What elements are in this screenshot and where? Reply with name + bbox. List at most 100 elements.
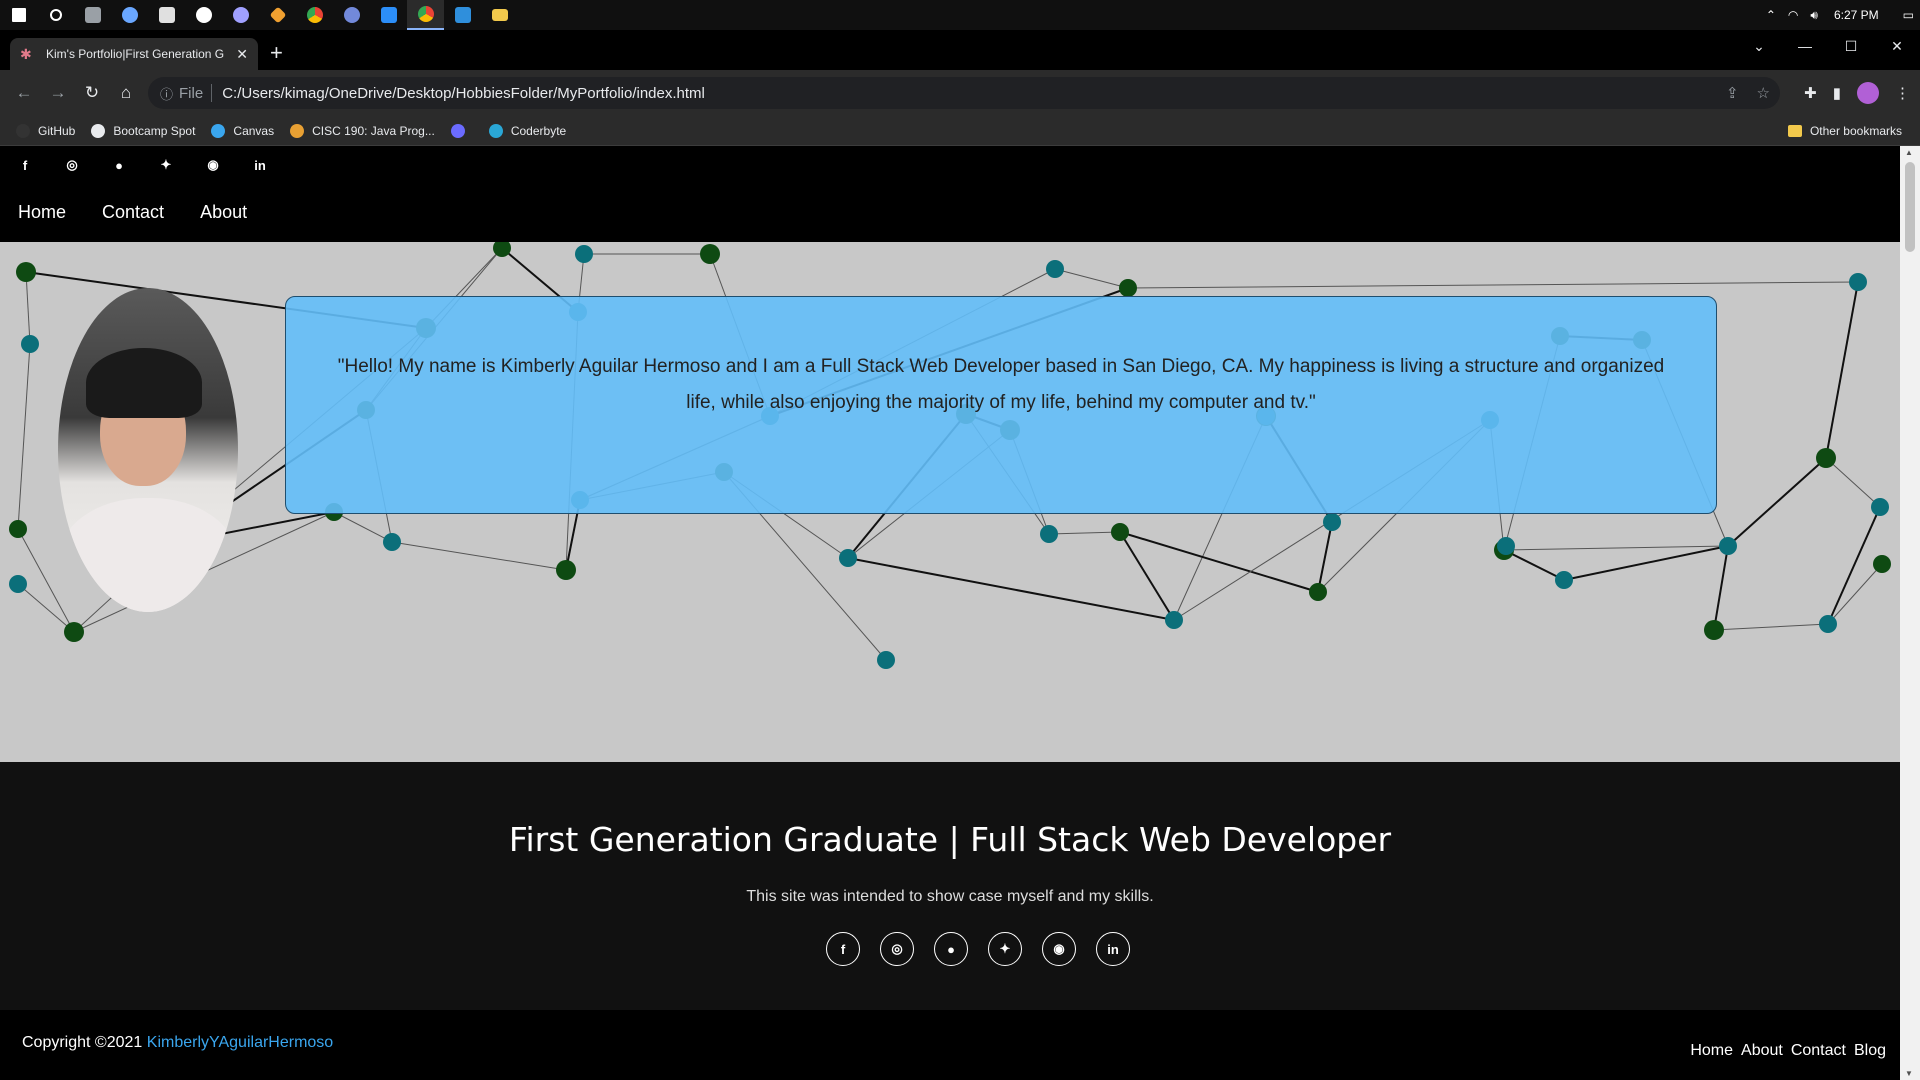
- footer-nav-contact[interactable]: Contact: [1791, 1042, 1846, 1060]
- network-edge: [1827, 506, 1881, 625]
- new-tab-button[interactable]: +: [270, 42, 283, 64]
- nav-contact[interactable]: Contact: [102, 202, 164, 223]
- browser-tabstrip: ✱ Kim's Portfolio|First Generation G ✕ +…: [0, 30, 1920, 70]
- search-icon[interactable]: [37, 0, 74, 30]
- bookmark-icon: [290, 123, 305, 138]
- browser-toolbar: ← → ↻ ⌂ ⓘ File C:/Users/kimag/OneDrive/D…: [0, 70, 1920, 116]
- network-node: [9, 520, 27, 538]
- network-node: [21, 335, 39, 353]
- chrome-active-icon[interactable]: [407, 0, 444, 30]
- address-text[interactable]: C:/Users/kimag/OneDrive/Desktop/HobbiesF…: [222, 85, 705, 102]
- other-bookmarks[interactable]: Other bookmarks: [1787, 116, 1902, 146]
- bio-panel: "Hello! My name is Kimberly Aguilar Herm…: [285, 296, 1717, 514]
- github-icon[interactable]: ◉: [1042, 932, 1076, 966]
- app-white-icon[interactable]: [185, 0, 222, 30]
- bookmark-icon: [91, 123, 106, 138]
- obs-icon[interactable]: [222, 0, 259, 30]
- network-node: [839, 549, 857, 567]
- profile-avatar[interactable]: [1857, 82, 1879, 104]
- page-viewport: f ◎ ● ✦ ◉ in Home Contact About "Hello! …: [0, 146, 1900, 1080]
- minimize-icon[interactable]: —: [1782, 38, 1828, 54]
- side-panel-icon[interactable]: ▮: [1833, 84, 1841, 102]
- discord-icon[interactable]: [333, 0, 370, 30]
- network-node: [556, 560, 576, 580]
- user-circle-icon[interactable]: ●: [934, 932, 968, 966]
- scroll-down-icon[interactable]: ▼: [1905, 1069, 1913, 1078]
- linkedin-icon[interactable]: in: [251, 156, 269, 174]
- back-icon[interactable]: ←: [8, 77, 40, 109]
- footer-nav-blog[interactable]: Blog: [1854, 1042, 1886, 1060]
- bookmark-item[interactable]: CISC 190: Java Prog...: [290, 123, 435, 138]
- git-icon[interactable]: [259, 0, 296, 30]
- network-node: [1119, 279, 1137, 297]
- hero-section: "Hello! My name is Kimberly Aguilar Herm…: [0, 242, 1900, 762]
- home-icon[interactable]: ⌂: [110, 77, 142, 109]
- mail-icon[interactable]: [370, 0, 407, 30]
- twitter-icon[interactable]: ✦: [157, 156, 175, 174]
- volume-icon[interactable]: 🔊︎: [1810, 8, 1818, 23]
- network-edge: [1713, 545, 1729, 631]
- facebook-icon[interactable]: f: [16, 156, 34, 174]
- app-circle-icon[interactable]: [111, 0, 148, 30]
- network-edge: [17, 343, 31, 530]
- clock[interactable]: 6:27 PM: [1834, 8, 1879, 22]
- omnibox-actions: ⇪ ☆: [1708, 77, 1770, 109]
- facebook-icon[interactable]: f: [826, 932, 860, 966]
- bookmark-item[interactable]: Coderbyte: [488, 123, 567, 138]
- tab-search-icon[interactable]: ⌄: [1736, 38, 1782, 55]
- bookmark-item[interactable]: [450, 123, 473, 138]
- nav-about[interactable]: About: [200, 202, 247, 223]
- window-controls: ⌄ — ☐ ✕: [1736, 30, 1920, 62]
- footer-nav-home[interactable]: Home: [1690, 1042, 1733, 1060]
- address-bar[interactable]: ⓘ File C:/Users/kimag/OneDrive/Desktop/H…: [148, 77, 1780, 109]
- vscode-icon[interactable]: [444, 0, 481, 30]
- tab-close-icon[interactable]: ✕: [236, 46, 248, 63]
- instagram-icon[interactable]: ◎: [880, 932, 914, 966]
- network-node: [383, 533, 401, 551]
- footer-nav-about[interactable]: About: [1741, 1042, 1783, 1060]
- bookmark-star-icon[interactable]: ☆: [1757, 84, 1770, 102]
- folder-icon: [1787, 125, 1802, 137]
- bio-text: "Hello! My name is Kimberly Aguilar Herm…: [337, 356, 1665, 413]
- share-icon[interactable]: ⇪: [1726, 84, 1739, 102]
- menu-icon[interactable]: ⋮: [1895, 84, 1910, 102]
- linkedin-icon[interactable]: in: [1096, 932, 1130, 966]
- user-circle-icon[interactable]: ●: [110, 156, 128, 174]
- chevron-up-icon[interactable]: ⌃: [1766, 8, 1776, 22]
- folder-icon[interactable]: [481, 0, 518, 30]
- cloud-app-icon[interactable]: [148, 0, 185, 30]
- reload-icon[interactable]: ↻: [76, 77, 108, 109]
- header-social-links: f ◎ ● ✦ ◉ in: [16, 156, 298, 174]
- file-manager-icon[interactable]: [74, 0, 111, 30]
- notifications-icon[interactable]: ▭: [1903, 8, 1914, 22]
- scrollbar-thumb[interactable]: [1905, 162, 1915, 252]
- wifi-icon[interactable]: ◠: [1788, 8, 1798, 22]
- bookmark-item[interactable]: GitHub: [16, 123, 75, 138]
- github-icon[interactable]: ◉: [204, 156, 222, 174]
- bookmark-item[interactable]: Canvas: [211, 123, 274, 138]
- network-node: [9, 575, 27, 593]
- network-node: [1111, 523, 1129, 541]
- chrome-icon[interactable]: [296, 0, 333, 30]
- forward-icon[interactable]: →: [42, 77, 74, 109]
- scroll-up-icon[interactable]: ▲: [1905, 148, 1913, 157]
- nav-home[interactable]: Home: [18, 202, 66, 223]
- maximize-icon[interactable]: ☐: [1828, 38, 1874, 55]
- twitter-icon[interactable]: ✦: [988, 932, 1022, 966]
- site-info-icon[interactable]: ⓘ: [160, 84, 173, 103]
- bookmark-item[interactable]: Bootcamp Spot: [91, 123, 195, 138]
- bookmark-label: Coderbyte: [510, 123, 567, 138]
- copyright-text: Copyright ©2021: [22, 1034, 143, 1051]
- extensions-icon[interactable]: ✚: [1804, 84, 1817, 102]
- network-edge: [1054, 268, 1129, 289]
- network-edge: [1563, 545, 1729, 581]
- page-scrollbar[interactable]: ▲ ▼: [1900, 146, 1920, 1080]
- footer-nav: Home About Contact Blog: [1682, 1042, 1886, 1060]
- bookmark-icon: [450, 123, 465, 138]
- instagram-icon[interactable]: ◎: [63, 156, 81, 174]
- windows-start-icon[interactable]: [0, 0, 37, 30]
- browser-tab[interactable]: ✱ Kim's Portfolio|First Generation G ✕: [10, 38, 258, 70]
- network-node: [1040, 525, 1058, 543]
- copyright-link[interactable]: KimberlyYAguilarHermoso: [147, 1034, 333, 1051]
- close-window-icon[interactable]: ✕: [1874, 38, 1920, 55]
